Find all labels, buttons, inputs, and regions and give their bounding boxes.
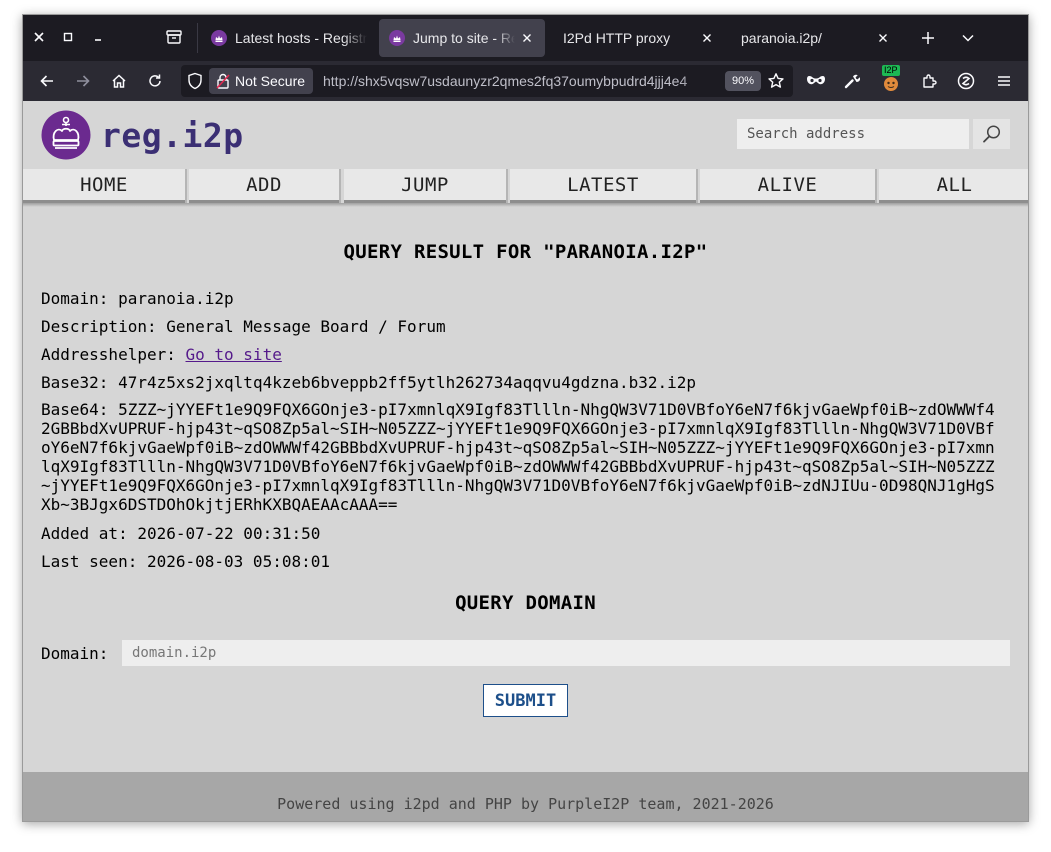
bookmark-star-icon[interactable]: [767, 72, 785, 94]
submit-button[interactable]: SUBMIT: [483, 684, 568, 717]
domain-label: Domain:: [41, 289, 109, 308]
base64-row: Base64: 5ZZZ~jYYEFt1e9Q9FQX6GOnje3-pI7xm…: [41, 400, 1003, 514]
tab-separator: [197, 23, 198, 53]
addresshelper-label: Addresshelper:: [41, 345, 176, 364]
description-label: Description:: [41, 317, 157, 336]
url-text[interactable]: http://shx5vqsw7usdaunyzr2qmes2fq37oumyb…: [323, 65, 718, 97]
reg-i2p-favicon-icon: [389, 30, 405, 46]
crown-logo-icon: [41, 110, 91, 160]
last-seen-label: Last seen:: [41, 552, 138, 571]
tab-label: I2Pd HTTP proxy: [563, 30, 671, 46]
tab-bar: Latest hosts - Registry Jump to site - R…: [23, 15, 1028, 61]
description-row: Description: General Message Board / For…: [41, 317, 446, 336]
tab-label: Jump to site - Registry: [413, 30, 515, 46]
page-footer: Powered using i2pd and PHP by PurpleI2P …: [23, 772, 1028, 821]
account-sync-icon[interactable]: [953, 68, 979, 94]
close-tab-icon[interactable]: [699, 30, 715, 46]
menu-item-jump[interactable]: JUMP: [344, 169, 506, 203]
site-logo[interactable]: reg.i2p: [41, 109, 244, 161]
close-tab-icon[interactable]: [519, 30, 535, 46]
search-icon: [982, 125, 1000, 143]
menu-item-alive[interactable]: ALIVE: [700, 169, 875, 203]
tracking-protection-shield-icon[interactable]: [187, 72, 203, 94]
menu-item-home[interactable]: HOME: [23, 169, 185, 203]
home-icon[interactable]: [106, 68, 132, 94]
tab-manager-icon[interactable]: [163, 26, 185, 48]
site-logo-text: reg.i2p: [101, 115, 244, 155]
menu-item-all[interactable]: ALL: [879, 169, 1028, 203]
search-address-input[interactable]: [737, 119, 969, 149]
navigation-toolbar: Not Secure http://shx5vqsw7usdaunyzr2qme…: [23, 61, 1028, 101]
query-result-title: QUERY RESULT FOR "PARANOIA.I2P": [343, 241, 708, 263]
insecure-lock-icon: [215, 72, 231, 98]
addresshelper-row: Addresshelper: Go to site: [41, 345, 282, 364]
page-content: reg.i2p HOME ADD JUMP LATEST ALIVE ALL Q…: [23, 101, 1028, 821]
menu-item-add[interactable]: ADD: [189, 169, 339, 203]
tab-i2pd-http-proxy[interactable]: I2Pd HTTP proxy: [553, 19, 725, 57]
tab-latest-hosts[interactable]: Latest hosts - Registry: [201, 19, 377, 57]
security-label: Not Secure: [235, 73, 306, 89]
menu-item-latest[interactable]: LATEST: [510, 169, 696, 203]
added-at-label: Added at:: [41, 524, 128, 543]
base64-value: 5ZZZ~jYYEFt1e9Q9FQX6GOnje3-pI7xmnlqX9Igf…: [41, 400, 995, 514]
query-domain-input[interactable]: [122, 640, 1010, 666]
base32-row: Base32: 47r4z5xs2jxqltq4kzeb6bveppb2ff5y…: [41, 373, 696, 392]
minimize-window-icon[interactable]: [88, 27, 108, 47]
search-button[interactable]: [973, 119, 1010, 149]
close-tab-icon[interactable]: [875, 30, 891, 46]
reg-i2p-favicon-icon: [211, 30, 227, 46]
menu-shadow: [23, 203, 1028, 207]
query-domain-label: Domain:: [41, 644, 109, 663]
go-to-site-link[interactable]: Go to site: [186, 345, 282, 364]
hamburger-menu-icon[interactable]: [991, 68, 1017, 94]
list-all-tabs-chevron-down-icon[interactable]: [956, 26, 980, 50]
tab-label: paranoia.i2p/: [741, 30, 822, 46]
i2p-extension-icon[interactable]: I2P: [878, 65, 904, 94]
back-arrow-icon[interactable]: [34, 68, 60, 94]
reload-icon[interactable]: [142, 68, 168, 94]
new-tab-icon[interactable]: [916, 26, 940, 50]
tab-label: Latest hosts - Registry: [235, 30, 367, 46]
maximize-window-icon[interactable]: [58, 27, 78, 47]
domain-row: Domain: paranoia.i2p: [41, 289, 234, 308]
base64-label: Base64:: [41, 400, 109, 419]
not-secure-badge[interactable]: Not Secure: [209, 68, 314, 94]
last-seen-value: 2026-08-03 05:08:01: [146, 552, 330, 571]
forward-arrow-icon[interactable]: [70, 68, 96, 94]
last-seen-row: Last seen: 2026-08-03 05:08:01: [41, 552, 330, 571]
base32-value: 47r4z5xs2jxqltq4kzeb6bveppb2ff5ytlh26273…: [118, 373, 697, 392]
url-bar[interactable]: Not Secure http://shx5vqsw7usdaunyzr2qme…: [181, 65, 793, 97]
extension-badge: I2P: [882, 65, 900, 76]
zoom-level-badge[interactable]: 90%: [725, 71, 761, 91]
tab-jump-to-site[interactable]: Jump to site - Registry: [379, 19, 545, 57]
query-domain-title: QUERY DOMAIN: [455, 592, 596, 614]
domain-value: paranoia.i2p: [118, 289, 234, 308]
base32-label: Base32:: [41, 373, 109, 392]
wrench-tools-icon[interactable]: [839, 68, 865, 94]
added-at-row: Added at: 2026-07-22 00:31:50: [41, 524, 320, 543]
private-mask-icon[interactable]: [803, 68, 829, 94]
tab-paranoia[interactable]: paranoia.i2p/: [731, 19, 901, 57]
site-nav-menu: HOME ADD JUMP LATEST ALIVE ALL: [23, 169, 1028, 203]
description-value: General Message Board / Forum: [166, 317, 446, 336]
added-at-value: 2026-07-22 00:31:50: [137, 524, 321, 543]
extensions-puzzle-icon[interactable]: [916, 68, 942, 94]
browser-window: Latest hosts - Registry Jump to site - R…: [22, 14, 1029, 822]
close-window-icon[interactable]: [29, 27, 49, 47]
